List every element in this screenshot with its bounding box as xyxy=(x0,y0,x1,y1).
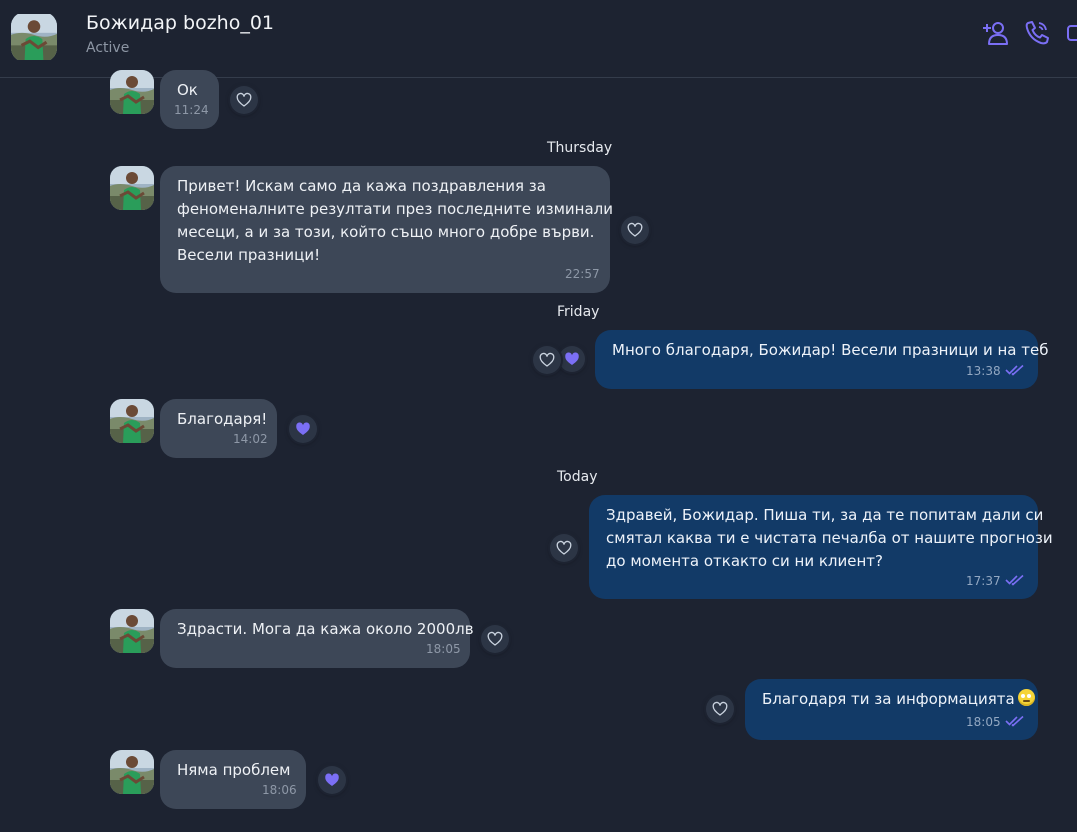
phone-icon[interactable] xyxy=(1022,18,1052,48)
contact-avatar[interactable] xyxy=(11,12,57,62)
message-line: до момента откакто си ни клиент? xyxy=(606,552,883,570)
message-text: Благодаря ти за информацията xyxy=(762,690,1015,708)
message-bubble-outgoing[interactable]: Много благодаря, Божидар! Весели празниц… xyxy=(595,330,1048,389)
day-separator: Thursday xyxy=(547,140,613,156)
like-button[interactable] xyxy=(706,695,734,723)
message-time: 18:05 xyxy=(426,642,461,656)
message-text: Няма проблем xyxy=(177,761,291,779)
reaction-liked[interactable] xyxy=(559,346,585,372)
video-icon[interactable] xyxy=(1064,18,1077,48)
reaction-liked[interactable] xyxy=(289,415,317,443)
message-bubble-incoming[interactable]: Няма проблем 18:06 xyxy=(160,750,306,809)
day-separator: Friday xyxy=(557,304,600,320)
message-time: 14:02 xyxy=(233,432,268,446)
message-bubble-incoming[interactable]: Благодаря! 14:02 xyxy=(160,399,277,458)
heart-outline-icon xyxy=(555,539,573,557)
message-line: смятал каква ти е чистата печалба от наш… xyxy=(606,529,1053,547)
sender-avatar[interactable] xyxy=(110,70,154,114)
heart-filled-icon xyxy=(563,350,581,368)
read-receipt-icon xyxy=(1005,364,1025,376)
chat-header: Божидар bozho_01 Active xyxy=(0,0,1077,78)
message-text-wrap: Благодаря ти за информацията xyxy=(762,688,1035,711)
message-time: 13:38 xyxy=(966,364,1001,378)
reaction-liked[interactable] xyxy=(318,766,346,794)
message-bubble-outgoing[interactable]: Здравей, Божидар. Пиша ти, за да те попи… xyxy=(589,495,1053,599)
message-line: Привет! Искам само да кажа поздравления … xyxy=(177,177,546,195)
message-text: Благодаря! xyxy=(177,410,268,428)
message-text: Здрасти. Мога да кажа около 2000лв xyxy=(177,620,474,638)
message-time: 11:24 xyxy=(174,103,209,117)
sender-avatar[interactable] xyxy=(110,166,154,210)
sender-avatar[interactable] xyxy=(110,609,154,653)
message-line: месеци, а и за този, който също много до… xyxy=(177,223,595,241)
message-time: 17:37 xyxy=(966,574,1001,588)
message-bubble-incoming[interactable]: Ок 11:24 xyxy=(160,70,219,129)
message-bubble-incoming[interactable]: Здрасти. Мога да кажа около 2000лв 18:05 xyxy=(160,609,474,668)
like-button[interactable] xyxy=(621,216,649,244)
read-receipt-icon xyxy=(1005,715,1025,727)
smile-emoji-icon xyxy=(1017,689,1035,706)
message-line: Здравей, Божидар. Пиша ти, за да те попи… xyxy=(606,506,1044,524)
message-time: 18:06 xyxy=(262,783,297,797)
message-text: Много благодаря, Божидар! Весели празниц… xyxy=(612,341,1049,359)
heart-outline-icon xyxy=(626,221,644,239)
heart-filled-icon xyxy=(294,420,312,438)
message-text: Ок xyxy=(177,81,198,99)
heart-outline-icon xyxy=(538,351,556,369)
sender-avatar[interactable] xyxy=(110,750,154,794)
like-button[interactable] xyxy=(550,534,578,562)
like-button[interactable] xyxy=(481,625,509,653)
heart-outline-icon xyxy=(711,700,729,718)
contact-name[interactable]: Божидар bozho_01 xyxy=(86,12,274,34)
day-separator: Today xyxy=(557,469,598,485)
sender-avatar[interactable] xyxy=(110,399,154,443)
message-line: Весели празници! xyxy=(177,246,321,264)
message-bubble-incoming[interactable]: Привет! Искам само да кажа поздравления … xyxy=(160,166,613,293)
message-line: феноменалните резултати през последните … xyxy=(177,200,613,218)
heart-outline-icon xyxy=(235,91,253,109)
like-button[interactable] xyxy=(533,346,561,374)
message-time: 18:05 xyxy=(966,715,1001,729)
message-bubble-outgoing[interactable]: Благодаря ти за информацията 18:05 xyxy=(745,679,1038,740)
add-contact-icon[interactable] xyxy=(980,18,1010,48)
message-time: 22:57 xyxy=(565,267,600,281)
like-button[interactable] xyxy=(230,86,258,114)
heart-filled-icon xyxy=(323,771,341,789)
heart-outline-icon xyxy=(486,630,504,648)
contact-status: Active xyxy=(86,40,130,56)
read-receipt-icon xyxy=(1005,574,1025,586)
